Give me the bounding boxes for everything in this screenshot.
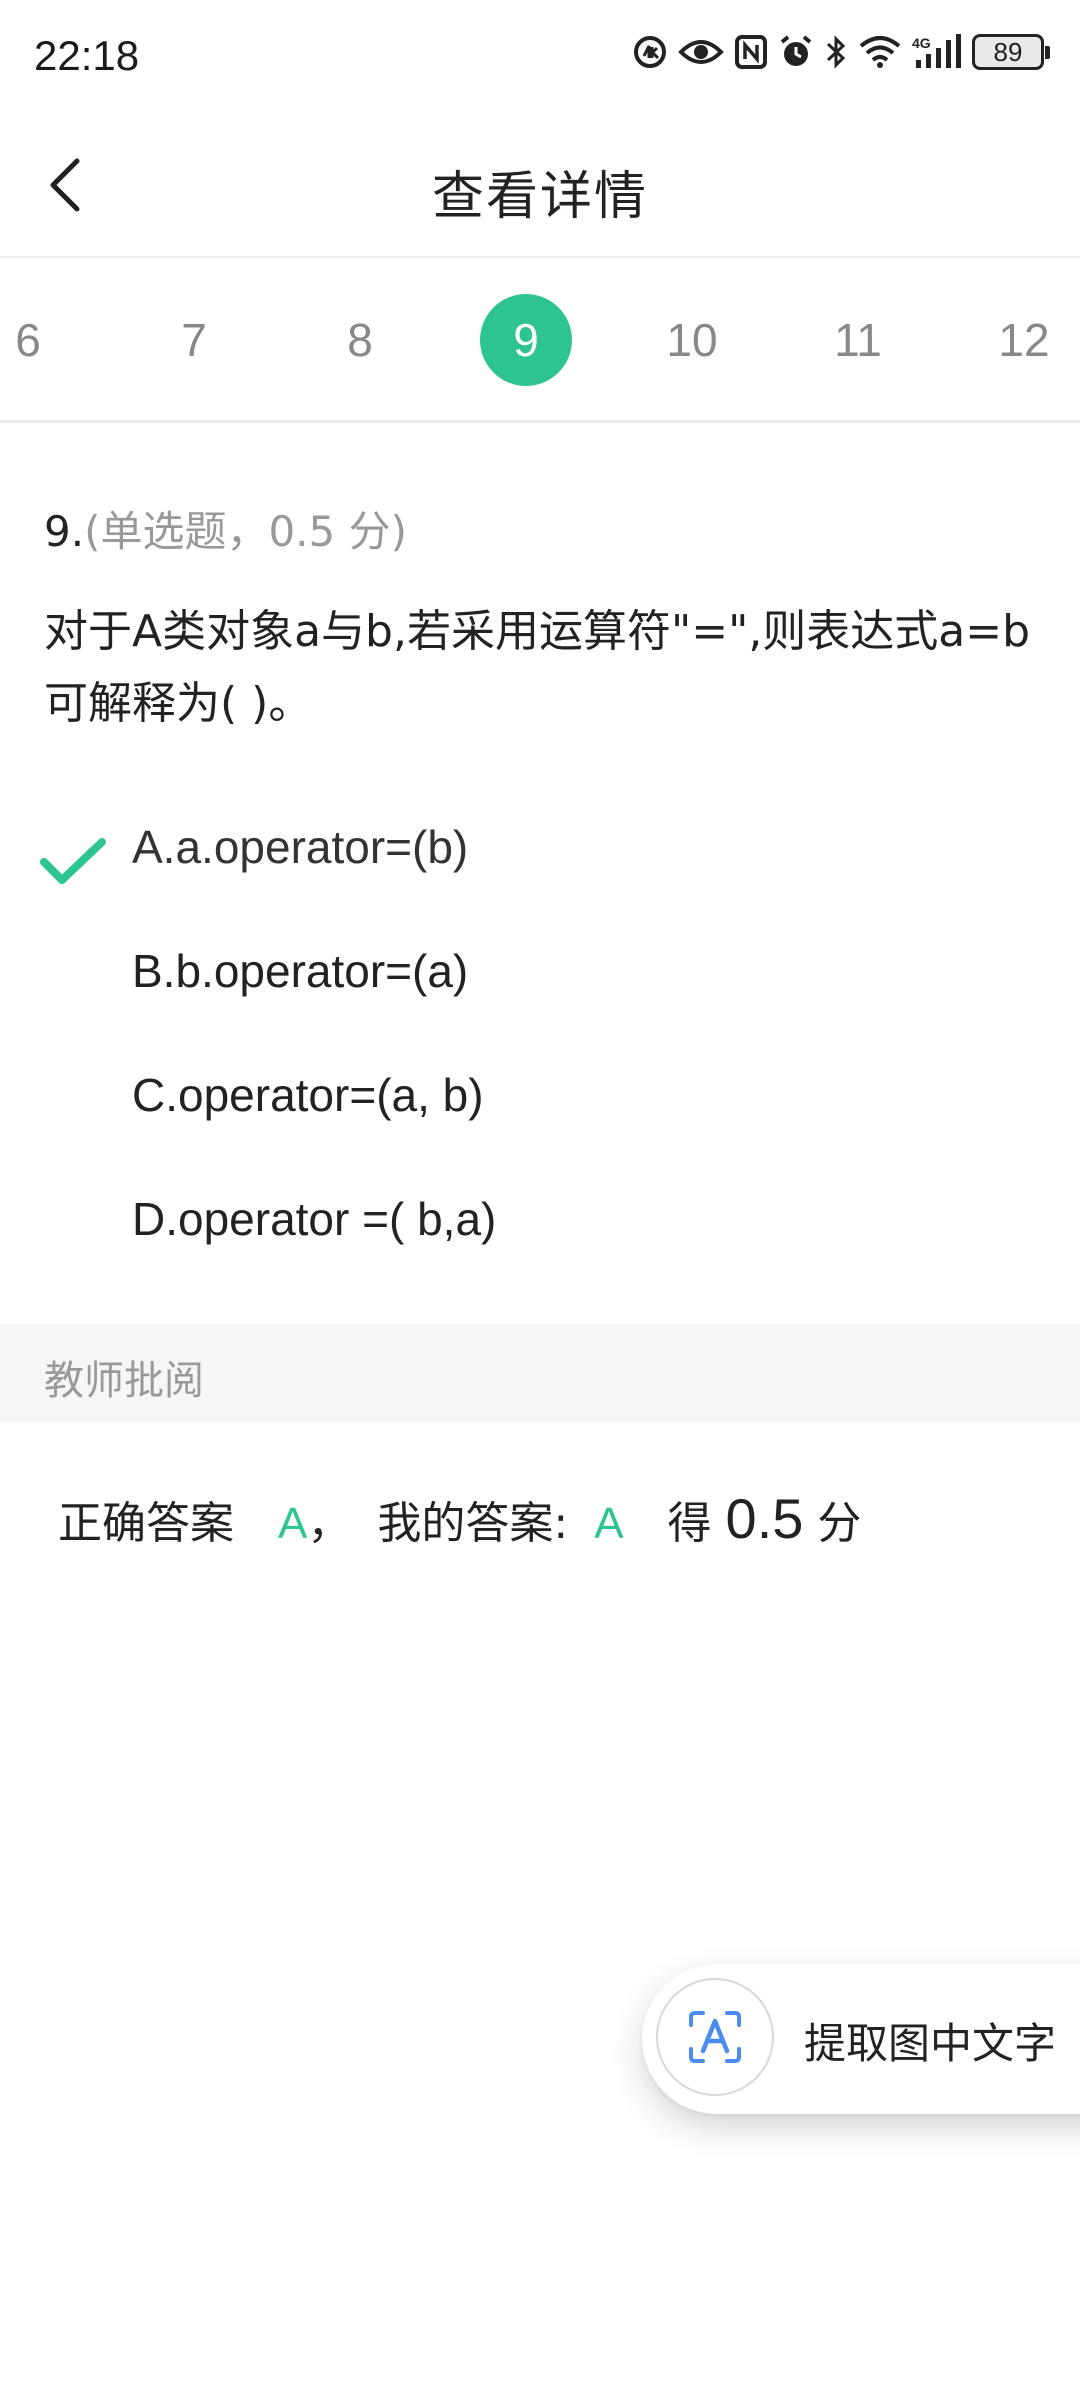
page: 22:18 4G 89 查看详情 6 7 8 9 10 11 12 9.(单选题… [0, 0, 1080, 2400]
tab-question-6[interactable]: 6 [0, 294, 74, 386]
answer-separator: ， [307, 1498, 352, 1549]
tab-question-12[interactable]: 12 [978, 294, 1070, 386]
text-scan-icon [656, 1978, 774, 2096]
option-b-text: B.b.operator=(a) [132, 945, 469, 997]
data-saver-icon [632, 34, 668, 70]
bluetooth-icon [824, 34, 848, 70]
tab-question-8[interactable]: 8 [314, 294, 406, 386]
svg-text:4G: 4G [912, 35, 931, 51]
tab-question-9[interactable]: 9 [480, 294, 572, 386]
status-bar: 22:18 4G 89 [0, 0, 1080, 118]
my-answer-value: A [594, 1499, 624, 1548]
my-answer-label: 我的答案: [377, 1498, 569, 1549]
question-number: 9. [44, 507, 85, 556]
status-time: 22:18 [34, 32, 140, 79]
question-number-tabs: 6 7 8 9 10 11 12 [0, 258, 1080, 423]
question-text: 对于A类对象a与b,若采用运算符"=",则表达式a=b 可解释为( )。 [44, 596, 1044, 740]
tab-question-10[interactable]: 10 [646, 294, 738, 386]
teacher-review-header: 教师批阅 [0, 1324, 1080, 1422]
option-d[interactable]: D.operator =( b,a) [0, 1178, 1080, 1288]
wifi-icon [858, 34, 902, 70]
option-c-text: C.operator=(a, b) [132, 1069, 484, 1121]
eye-icon [678, 34, 724, 70]
option-a[interactable]: A.a.operator=(b) [0, 806, 1080, 916]
question-text-line-2: 可解释为( )。 [44, 678, 313, 729]
option-b[interactable]: B.b.operator=(a) [0, 930, 1080, 1040]
question-type: (单选题，0.5 分) [84, 507, 407, 556]
question-text-line-1: 对于A类对象a与b,若采用运算符"=",则表达式a=b [44, 606, 1031, 657]
nfc-icon [734, 34, 768, 70]
tab-question-7[interactable]: 7 [148, 294, 240, 386]
checkmark-icon [40, 836, 106, 890]
status-icons: 4G 89 [632, 34, 1050, 70]
correct-answer-label: 正确答案 [58, 1498, 234, 1549]
alarm-icon [778, 34, 814, 70]
score-prefix: 得 [667, 1498, 712, 1549]
battery-level: 89 [993, 36, 1023, 67]
score-suffix: 分 [817, 1498, 862, 1549]
correct-answer-value: A [278, 1499, 308, 1548]
tab-question-11[interactable]: 11 [812, 294, 904, 386]
teacher-review-title: 教师批阅 [44, 1358, 204, 1404]
header: 查看详情 [0, 118, 1080, 258]
answer-summary: 正确答案 A， 我的答案: A 得 0.5 分 [58, 1486, 861, 1551]
page-title: 查看详情 [431, 167, 648, 227]
score-value: 0.5 [725, 1487, 804, 1550]
extract-text-button[interactable]: 提取图中文字 [642, 1964, 1080, 2114]
option-a-text: A.a.operator=(b) [132, 821, 469, 873]
option-c[interactable]: C.operator=(a, b) [0, 1054, 1080, 1164]
extract-text-label: 提取图中文字 [804, 2019, 1057, 2068]
option-d-text: D.operator =( b,a) [132, 1193, 497, 1245]
battery-icon: 89 [972, 34, 1050, 70]
question-header: 9.(单选题，0.5 分) [44, 498, 407, 559]
4g-signal-icon: 4G [912, 34, 962, 70]
